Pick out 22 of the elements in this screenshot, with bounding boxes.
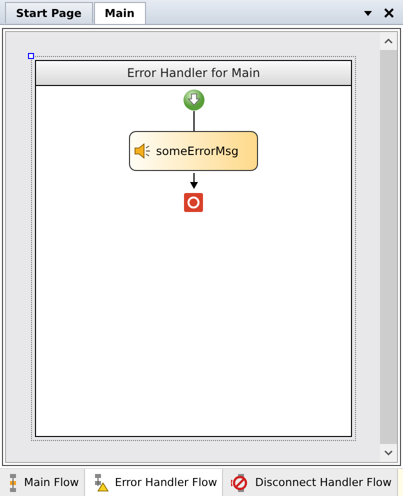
disconnect-icon (231, 474, 250, 492)
flow-warning-icon (92, 474, 109, 492)
handler-title: Error Handler for Main (36, 61, 351, 86)
flow-tab[interactable]: Error Handler Flow (84, 469, 224, 496)
speaker-icon (134, 143, 152, 159)
document-tab[interactable]: Start Page (5, 2, 93, 23)
scroll-up-icon[interactable] (384, 38, 393, 44)
flow-tab[interactable]: Main Flow (0, 469, 85, 496)
scrollbar-thumb[interactable] (380, 50, 397, 444)
selection-handle[interactable] (28, 53, 34, 59)
flow-icon (8, 474, 18, 492)
flow-tab[interactable]: Disconnect Handler Flow (223, 469, 398, 496)
activity-label: someErrorMsg (156, 144, 239, 158)
scroll-down-icon[interactable] (384, 450, 393, 456)
activity-node[interactable]: someErrorMsg (129, 131, 258, 171)
dropdown-icon[interactable] (364, 11, 372, 16)
close-icon[interactable] (384, 8, 394, 18)
connector-arrow (190, 173, 198, 189)
stop-icon[interactable] (184, 193, 203, 212)
start-icon[interactable] (182, 89, 204, 111)
document-tab[interactable]: Main (94, 2, 146, 24)
connector-line (192, 111, 194, 131)
